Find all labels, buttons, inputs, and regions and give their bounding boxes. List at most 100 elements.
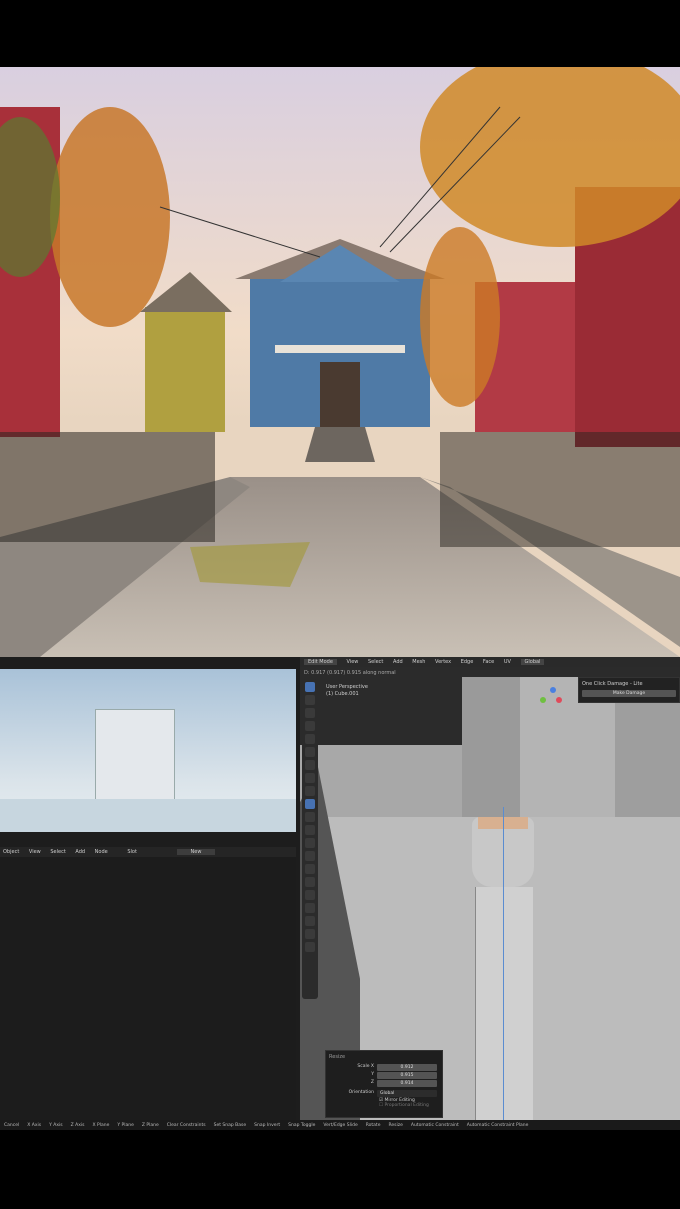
status-vert-edge-slide: Vert/Edge Slide [323, 1122, 358, 1128]
status-auto-constraint: Automatic Constraint [410, 1122, 459, 1128]
gizmo-x-axis-icon[interactable] [556, 697, 562, 703]
rip-tool-icon[interactable] [305, 942, 315, 952]
blue-house [235, 239, 445, 462]
bevel-tool-icon[interactable] [305, 825, 315, 835]
rendered-street-image [0, 67, 680, 657]
poly-build-tool-icon[interactable] [305, 864, 315, 874]
operator-info: D: 0.917 (0.917) 0.915 along normal [304, 670, 396, 676]
status-resize: Resize [388, 1122, 403, 1128]
menu-add[interactable]: Add [393, 659, 403, 665]
wall-mesh [462, 677, 520, 817]
left-fence [0, 432, 215, 542]
proportional-editing-label: Proportional Editing [384, 1103, 429, 1108]
redo-panel-title[interactable]: Resize [329, 1054, 439, 1060]
shrink-tool-icon[interactable] [305, 916, 315, 926]
menu-select[interactable]: Select [368, 659, 383, 665]
scale-z-label: Z [370, 1080, 374, 1085]
status-bar: Cancel X Axis Y Axis Z Axis X Plane Y Pl… [0, 1120, 680, 1130]
3d-viewport[interactable]: D: 0.917 (0.917) 0.915 along normal User… [300, 667, 680, 1120]
status-y-axis: Y Axis [49, 1122, 63, 1128]
scale-x-field[interactable]: 0.912 [377, 1064, 437, 1071]
node-editor-header: Object View Select Add Node Slot New [0, 847, 296, 857]
pillar-mesh [475, 887, 533, 1120]
select-tool-icon[interactable] [305, 682, 315, 692]
gizmo-z-axis-icon[interactable] [550, 687, 556, 693]
status-y-plane: Y Plane [117, 1122, 134, 1128]
spin-tool-icon[interactable] [305, 877, 315, 887]
power-line [159, 206, 321, 258]
menu-edge[interactable]: Edge [461, 659, 474, 665]
scale-y-field[interactable]: 0.915 [377, 1072, 437, 1079]
inset-tool-icon[interactable] [305, 812, 315, 822]
new-material-button[interactable]: New [176, 849, 216, 855]
add-cube-tool-icon[interactable] [305, 786, 315, 796]
status-cancel: Cancel [4, 1122, 20, 1128]
autumn-tree [420, 67, 680, 247]
grass-patch [190, 542, 310, 587]
autumn-tree [50, 107, 170, 327]
z-axis-line [503, 807, 504, 1120]
autumn-tree [420, 227, 500, 407]
render-preview [0, 669, 296, 832]
menu-add[interactable]: Add [75, 849, 85, 855]
scale-x-label: Scale X [357, 1064, 374, 1069]
status-snap-invert: Snap Invert [254, 1122, 281, 1128]
mode-select[interactable]: Edit Mode [304, 659, 337, 665]
status-rotate: Rotate [365, 1122, 381, 1128]
status-snap-base: Set Snap Base [213, 1122, 247, 1128]
node-editor-area[interactable] [0, 857, 296, 1120]
scale-z-field[interactable]: 0.914 [377, 1080, 437, 1087]
make-damage-button[interactable]: Make Damage [582, 690, 676, 697]
scale-tool-icon[interactable] [305, 734, 315, 744]
blender-window: Object View Select Add Node Slot New Edi… [0, 657, 680, 1120]
menu-vertex[interactable]: Vertex [435, 659, 451, 665]
smooth-tool-icon[interactable] [305, 890, 315, 900]
right-fence [440, 432, 680, 547]
mode-select[interactable]: Object [3, 849, 19, 855]
viewport-header: Edit Mode View Select Add Mesh Vertex Ed… [300, 657, 680, 667]
move-tool-icon[interactable] [305, 708, 315, 718]
shear-tool-icon[interactable] [305, 929, 315, 939]
status-z-axis: Z Axis [70, 1122, 85, 1128]
measure-tool-icon[interactable] [305, 773, 315, 783]
preview-ground [0, 799, 296, 832]
menu-uv[interactable]: UV [504, 659, 511, 665]
menu-node[interactable]: Node [95, 849, 108, 855]
slot-select[interactable]: Slot [127, 849, 137, 855]
loop-cut-tool-icon[interactable] [305, 838, 315, 848]
menu-select[interactable]: Select [50, 849, 65, 855]
menu-mesh[interactable]: Mesh [412, 659, 425, 665]
damaged-house-preview [95, 709, 175, 804]
status-snap-toggle: Snap Toggle [288, 1122, 316, 1128]
menu-view[interactable]: View [347, 659, 359, 665]
yellow-house [140, 272, 232, 432]
addon-panel: One Click Damage - Lite Make Damage [578, 677, 680, 703]
rotate-tool-icon[interactable] [305, 721, 315, 731]
knife-tool-icon[interactable] [305, 851, 315, 861]
addon-panel-title[interactable]: One Click Damage - Lite [582, 681, 676, 687]
extrude-tool-icon[interactable] [305, 799, 315, 809]
transform-tool-icon[interactable] [305, 747, 315, 757]
scale-y-label: Y [371, 1072, 374, 1077]
status-clear-constraints: Clear Constraints [166, 1122, 206, 1128]
gizmo-y-axis-icon[interactable] [540, 697, 546, 703]
menu-face[interactable]: Face [483, 659, 494, 665]
wall-mesh [615, 687, 680, 837]
status-z-plane: Z Plane [141, 1122, 159, 1128]
orientation-label: Orientation [348, 1090, 374, 1095]
redo-panel: Resize Scale X Y Z 0.912 0.915 0.914 Ori… [325, 1050, 443, 1118]
street-scene [0, 67, 680, 657]
status-x-axis: X Axis [27, 1122, 42, 1128]
orientation-select[interactable]: Global [377, 1090, 437, 1097]
navigation-gizmo[interactable] [540, 687, 564, 711]
orientation-select[interactable]: Global [520, 659, 545, 665]
proportional-editing-checkbox[interactable]: ☐ Proportional Editing [379, 1103, 439, 1108]
menu-view[interactable]: View [29, 849, 41, 855]
status-x-plane: X Plane [92, 1122, 110, 1128]
edge-slide-tool-icon[interactable] [305, 903, 315, 913]
viewport-perspective-label: User Perspective [326, 684, 368, 690]
annotate-tool-icon[interactable] [305, 760, 315, 770]
status-auto-constraint-plane: Automatic Constraint Plane [466, 1122, 529, 1128]
tool-shelf [302, 679, 318, 999]
cursor-tool-icon[interactable] [305, 695, 315, 705]
